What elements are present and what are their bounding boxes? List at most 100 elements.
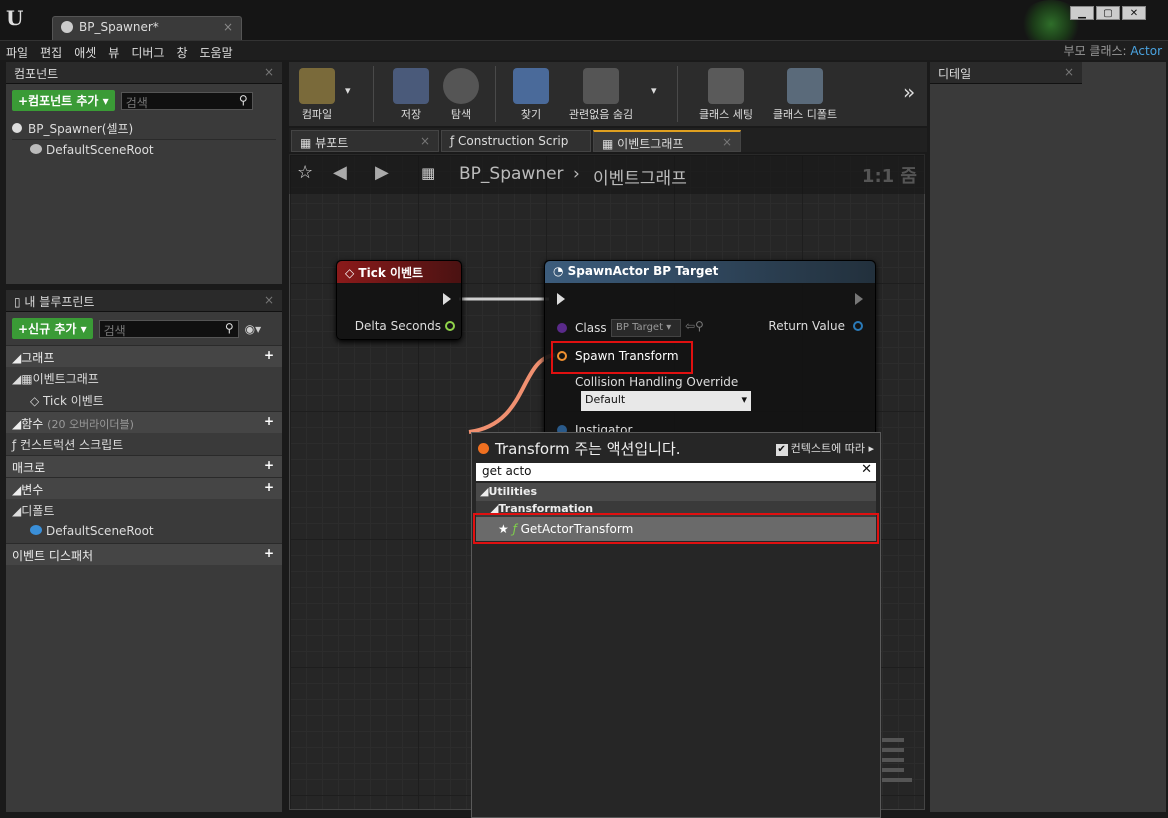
components-panel: 컴포넌트 × +컴포넌트 추가 ▾ 검색 ⚲ BP_Spawner(셀프) Defa…: [6, 62, 282, 284]
toolbar-overflow-icon[interactable]: »: [903, 80, 915, 104]
parent-class-link[interactable]: Actor: [1130, 44, 1162, 58]
components-header: 컴포넌트 ×: [6, 62, 282, 84]
context-menu-header: Transform 주는 액션입니다. ✔ 컨텍스트에 따라 ▸: [472, 433, 880, 463]
functions-section[interactable]: ◢함수 (20 오버라이더블) +: [6, 411, 282, 433]
browse-label: 탐색: [450, 108, 472, 121]
save-disk-icon: [393, 68, 429, 104]
use-selected-arrow-icon[interactable]: ⇦⚲: [685, 319, 704, 333]
maximize-button[interactable]: ▢: [1096, 6, 1120, 20]
highlight-spawn-transform: [551, 341, 693, 374]
graph-minimap-lines: [882, 738, 912, 782]
graph-icon: ▦: [602, 137, 618, 151]
details-panel: 디테일 ×: [930, 62, 1166, 812]
exec-out-pin[interactable]: [855, 293, 863, 305]
collision-select-value: Default: [585, 393, 626, 406]
variables-label: 변수: [21, 483, 44, 497]
blueprint-icon: [61, 21, 73, 33]
add-new-button[interactable]: +신규 추가 ▾: [12, 318, 93, 339]
binoculars-icon: [513, 68, 549, 104]
menu-asset[interactable]: 애셋: [68, 41, 102, 64]
add-variable-button[interactable]: +: [262, 481, 276, 495]
highlight-get-actor-transform: [473, 513, 879, 544]
event-dispatchers-section[interactable]: 이벤트 디스패처 +: [6, 543, 282, 565]
visibility-eye-icon[interactable]: ◉▾: [245, 322, 262, 336]
collision-select[interactable]: Default ▾: [581, 391, 751, 411]
tab-viewport[interactable]: ▦ 뷰포트 ×: [291, 130, 439, 152]
delta-seconds-pin[interactable]: [445, 321, 455, 331]
components-search-input[interactable]: 검색 ⚲: [120, 91, 253, 110]
search-icon: ⚲: [224, 320, 234, 335]
exec-in-pin[interactable]: [557, 293, 565, 305]
function-icon: ƒ: [12, 438, 21, 452]
blueprint-search-placeholder: 검색: [103, 323, 126, 338]
menu-help[interactable]: 도움말: [194, 41, 239, 64]
spawn-node-header: ◔ SpawnActor BP Target: [545, 261, 875, 283]
exec-out-pin[interactable]: [443, 293, 451, 305]
spawn-icon: ◔: [553, 264, 568, 278]
menu-edit[interactable]: 편집: [34, 41, 68, 64]
tab-construction-script[interactable]: ƒ Construction Scrip: [441, 130, 591, 152]
macros-section[interactable]: 매크로 +: [6, 455, 282, 477]
find-button[interactable]: 찾기: [509, 68, 553, 122]
tab-event-graph[interactable]: ▦ 이벤트그래프 ×: [593, 130, 741, 152]
tick-node-title: Tick 이벤트: [358, 266, 424, 280]
context-menu-title: Transform 주는 액션입니다.: [495, 439, 681, 458]
clear-search-icon[interactable]: ✕: [861, 462, 872, 477]
tick-event-label: Tick 이벤트: [43, 394, 104, 408]
class-label: Class: [575, 321, 607, 335]
add-component-label: +컴포넌트 추가: [18, 94, 99, 108]
tab-viewport-label: 뷰포트: [315, 136, 349, 150]
category-utilities[interactable]: ◢Utilities: [476, 483, 876, 501]
default-root-item[interactable]: DefaultSceneRoot: [6, 521, 282, 543]
components-title: 컴포넌트: [14, 67, 59, 81]
class-settings-button[interactable]: 클래스 세팅: [691, 68, 761, 122]
compile-button[interactable]: 컴파일: [295, 68, 339, 122]
graphs-label: 그래프: [21, 351, 55, 365]
class-select[interactable]: BP Target ▾: [611, 319, 681, 337]
construction-script-item[interactable]: ƒ 컨스트럭션 스크립트: [6, 433, 282, 455]
close-panel-icon[interactable]: ×: [264, 293, 274, 307]
menu-view[interactable]: 뷰: [102, 41, 125, 64]
action-search-input[interactable]: get acto ✕: [476, 462, 876, 481]
browse-button[interactable]: 탐색: [439, 68, 483, 122]
class-pin[interactable]: [557, 323, 567, 333]
close-tab-icon[interactable]: ×: [420, 134, 430, 148]
search-icon: ⚲: [238, 92, 248, 107]
defaults-item[interactable]: ◢디폴트: [6, 499, 282, 521]
menu-debug[interactable]: 디버그: [125, 41, 170, 64]
close-tab-icon[interactable]: ×: [223, 20, 233, 34]
context-sensitive-toggle[interactable]: ✔ 컨텍스트에 따라 ▸: [775, 440, 874, 456]
blueprint-search-input[interactable]: 검색 ⚲: [98, 319, 239, 338]
add-macro-button[interactable]: +: [262, 459, 276, 473]
add-function-button[interactable]: +: [262, 415, 276, 429]
component-root[interactable]: DefaultSceneRoot: [6, 140, 282, 162]
close-panel-icon[interactable]: ×: [1064, 65, 1074, 79]
document-tab[interactable]: BP_Spawner* ×: [52, 16, 242, 40]
close-tab-icon[interactable]: ×: [722, 135, 732, 149]
component-self[interactable]: BP_Spawner(셀프): [6, 117, 282, 139]
save-button[interactable]: 저장: [389, 68, 433, 122]
window-controls: ▁ ▢ ✕: [1070, 6, 1146, 20]
function-icon: ƒ: [450, 134, 459, 148]
tick-event-node[interactable]: ◇ Tick 이벤트 Delta Seconds: [336, 260, 462, 340]
minimize-button[interactable]: ▁: [1070, 6, 1094, 20]
hide-unrelated-dropdown[interactable]: ▾: [651, 84, 657, 97]
add-graph-button[interactable]: +: [262, 349, 276, 363]
add-component-button[interactable]: +컴포넌트 추가 ▾: [12, 90, 115, 111]
scene-component-icon: [30, 525, 42, 535]
action-context-menu: Transform 주는 액션입니다. ✔ 컨텍스트에 따라 ▸ get acto…: [471, 432, 881, 818]
add-dispatcher-button[interactable]: +: [262, 547, 276, 561]
event-icon: ◇: [30, 394, 44, 408]
graphs-section[interactable]: ◢그래프 +: [6, 345, 282, 367]
return-value-pin[interactable]: [853, 321, 863, 331]
close-window-button[interactable]: ✕: [1122, 6, 1146, 20]
tick-event-item[interactable]: ◇ Tick 이벤트: [6, 389, 282, 411]
variables-section[interactable]: ◢변수 +: [6, 477, 282, 499]
class-defaults-button[interactable]: 클래스 디폴트: [767, 68, 843, 122]
menu-file[interactable]: 파일: [0, 41, 34, 64]
menu-window[interactable]: 창: [170, 41, 193, 64]
hide-unrelated-button[interactable]: 관련없음 숨김: [561, 68, 641, 122]
close-panel-icon[interactable]: ×: [264, 65, 274, 79]
event-graph-item[interactable]: ◢▦이벤트그래프: [6, 367, 282, 389]
compile-options-dropdown[interactable]: ▾: [345, 84, 351, 97]
